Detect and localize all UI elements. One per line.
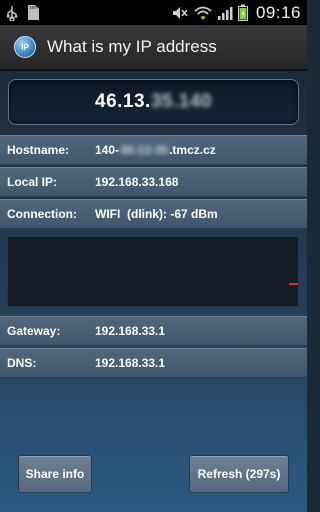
row-dns[interactable]: DNS: 192.168.33.1 [0,348,307,378]
app-title: What is my IP address [47,37,217,56]
action-bar: IP What is my IP address [0,25,307,71]
row-connection[interactable]: Connection: WIFI (dlink): -67 dBm [0,199,307,229]
row-gateway[interactable]: Gateway: 192.168.33.1 [0,316,307,346]
status-bar: 09:16 [0,0,307,25]
dns-value: 192.168.33.1 [95,356,166,370]
public-ip-visible: 46.13. [95,91,151,112]
signal-strength-graph [7,236,299,307]
wifi-icon [194,5,212,21]
public-ip-hidden: 35.140 [150,91,212,112]
signal-level-marker [289,283,298,285]
share-info-button[interactable]: Share info [18,455,92,493]
public-ip-display[interactable]: 46.13. 35.140 [8,79,299,125]
signal-icon [217,5,233,21]
hostname-prefix: 140- [95,143,120,157]
connection-value: WIFI (dlink): -67 dBm [95,207,218,221]
sd-card-icon [26,4,40,21]
refresh-button[interactable]: Refresh (297s) [189,455,289,493]
hostname-label: Hostname: [7,143,70,157]
row-local-ip[interactable]: Local IP: 192.168.33.168 [0,167,307,197]
connection-label: Connection: [7,207,77,221]
usb-icon [6,5,18,21]
dns-label: DNS: [7,356,37,370]
hostname-value: 140- 46-13-35 .tmcz.cz [95,143,216,157]
local-ip-label: Local IP: [7,175,58,189]
app-logo-icon[interactable]: IP [14,36,36,58]
row-hostname[interactable]: Hostname: 140- 46-13-35 .tmcz.cz [0,135,307,165]
battery-icon [237,4,248,21]
gateway-label: Gateway: [7,324,61,338]
clock: 09:16 [255,2,301,22]
mute-icon [171,5,189,21]
gateway-value: 192.168.33.1 [95,324,166,338]
local-ip-value: 192.168.33.168 [95,175,179,189]
hostname-suffix: .tmcz.cz [169,143,216,157]
main-content: 46.13. 35.140 Hostname: 140- 46-13-35 .tmcz… [0,71,307,512]
hostname-hidden: 46-13-35 [120,143,169,157]
